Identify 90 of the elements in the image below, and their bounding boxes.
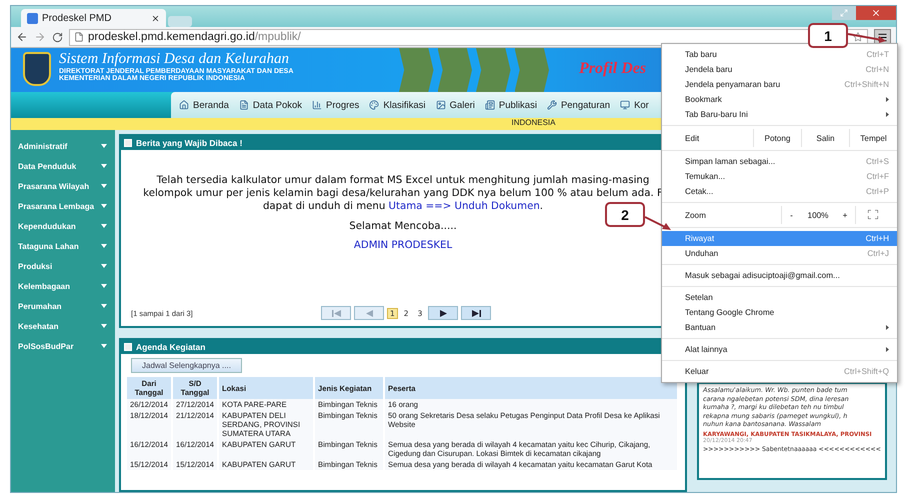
nav-icon (312, 100, 322, 110)
reload-icon[interactable] (52, 32, 63, 42)
previous-page-button[interactable] (354, 306, 384, 320)
maximize-button[interactable] (832, 6, 856, 20)
forward-icon[interactable] (34, 31, 46, 43)
emblem-logo (23, 52, 51, 86)
caret-icon (101, 144, 107, 148)
menu-item[interactable]: Alat lainnya (662, 342, 897, 357)
nav-icon (238, 100, 249, 110)
news-text: Telah tersedia kalkulator umur dalam format MS Excel untuk menghitung jumlah masing-masing (156, 174, 650, 187)
first-page-button[interactable] (321, 306, 351, 320)
panel-title: Agenda Kegiatan (136, 342, 206, 352)
region-label: INDONESIA (511, 118, 556, 129)
close-button[interactable] (856, 6, 896, 20)
nav-icon (484, 100, 495, 110)
first-page-icon (332, 310, 340, 316)
signature-text: ADMIN PRODESKEL (354, 240, 452, 251)
nav-icon (179, 100, 189, 110)
menu-edit-button[interactable]: Tempel (849, 129, 897, 147)
site-title: Sistem Informasi Desa dan Kelurahan (59, 51, 290, 68)
menu-label: Zoom (685, 210, 707, 220)
close-icon (871, 8, 881, 18)
last-page-icon (472, 310, 481, 316)
url-path: /mpublik/ (254, 31, 301, 43)
menu-item[interactable]: Jendela baru Ctrl+N (662, 62, 897, 77)
nav-item[interactable]: Pengaturan (546, 100, 610, 110)
photo-placeholder (438, 48, 472, 92)
menu-item[interactable]: Masuk sebagai adisuciptoaji@gmail.com... (662, 268, 897, 283)
photo-placeholder (476, 48, 510, 92)
nav-icon (369, 100, 380, 110)
page-icon (74, 32, 84, 42)
caret-icon (101, 184, 107, 188)
caret-icon (101, 264, 107, 268)
nav-item[interactable]: Data Pokok (238, 100, 302, 110)
last-page-button[interactable] (461, 306, 492, 320)
news-text: dapat di unduh di menu Utama ==> Unduh Dokumen. (262, 200, 544, 213)
menu-item[interactable]: Tab baru Ctrl+T (662, 47, 897, 62)
star-icon[interactable] (853, 32, 863, 42)
schedule-button[interactable]: Jadwal Selengkapnya .... (131, 358, 242, 373)
previous-icon (366, 310, 372, 316)
menu-item[interactable]: Unduhan Ctrl+J (662, 246, 897, 261)
nav-item[interactable]: Kor (620, 100, 649, 110)
nav-item[interactable]: Galeri (436, 100, 475, 110)
menu-label: Edit (685, 134, 700, 142)
nav-icon (436, 100, 446, 110)
caret-icon (101, 284, 107, 288)
back-icon[interactable] (16, 31, 28, 43)
menu-item[interactable]: Bookmark (662, 92, 897, 107)
callout-label: 2 (605, 202, 645, 227)
nav-icon (620, 100, 630, 110)
photo-placeholder (399, 48, 434, 92)
menu-item[interactable]: Setelan (662, 290, 897, 305)
caret-icon (101, 224, 107, 228)
next-icon (440, 310, 447, 316)
nav-item[interactable]: Progres (312, 100, 360, 110)
greeting-text: Selamat Mencoba..... (349, 221, 457, 232)
caret-icon (101, 204, 107, 208)
maximize-icon (840, 9, 848, 17)
photo-placeholder (514, 48, 549, 92)
panel-title: Berita yang Wajib Dibaca ! (136, 138, 242, 148)
caret-icon (101, 344, 107, 348)
caret-icon (101, 324, 107, 328)
callout-arrow (645, 216, 671, 230)
menu-item[interactable]: Jendela penyamaran baru Ctrl+Shift+N (662, 77, 897, 92)
nav-item[interactable]: Publikasi (484, 100, 537, 110)
download-link[interactable]: Utama ==> Unduh Dokumen (388, 201, 540, 212)
fullscreen-icon (868, 210, 878, 218)
menu-item[interactable]: Tentang Google Chrome (662, 305, 897, 320)
nav-icon (546, 100, 557, 110)
next-page-button[interactable] (428, 306, 458, 320)
nav-item[interactable]: Klasifikasi (369, 100, 426, 110)
favicon-icon (27, 12, 38, 24)
browser-tab[interactable]: Prodeskel PMD (21, 9, 166, 27)
menu-item[interactable]: Tab Baru-baru Ini (662, 107, 897, 122)
callout-arrow (848, 32, 886, 42)
menu-item[interactable]: Simpan laman sebagai... Ctrl+S (662, 154, 897, 169)
menu-item[interactable]: Temukan... Ctrl+F (662, 169, 897, 184)
caret-icon (101, 164, 107, 168)
url-host: prodeskel.pmd.kemendagri.go.id (88, 31, 255, 43)
menu-item[interactable]: Keluar Ctrl+Shift+Q (662, 364, 897, 379)
nav-item[interactable]: Beranda (179, 100, 229, 110)
caret-icon (101, 244, 107, 248)
banner-tagline: Profil Des (579, 60, 646, 79)
zoom-value: 100% (806, 210, 830, 220)
close-icon[interactable] (151, 14, 160, 22)
callout-label: 1 (808, 23, 848, 48)
menu-item[interactable]: Bantuan (662, 320, 897, 335)
caret-icon (101, 304, 107, 308)
menu-item[interactable]: Cetak... Ctrl+P (662, 184, 897, 199)
tab-title: Prodeskel PMD (42, 12, 112, 24)
